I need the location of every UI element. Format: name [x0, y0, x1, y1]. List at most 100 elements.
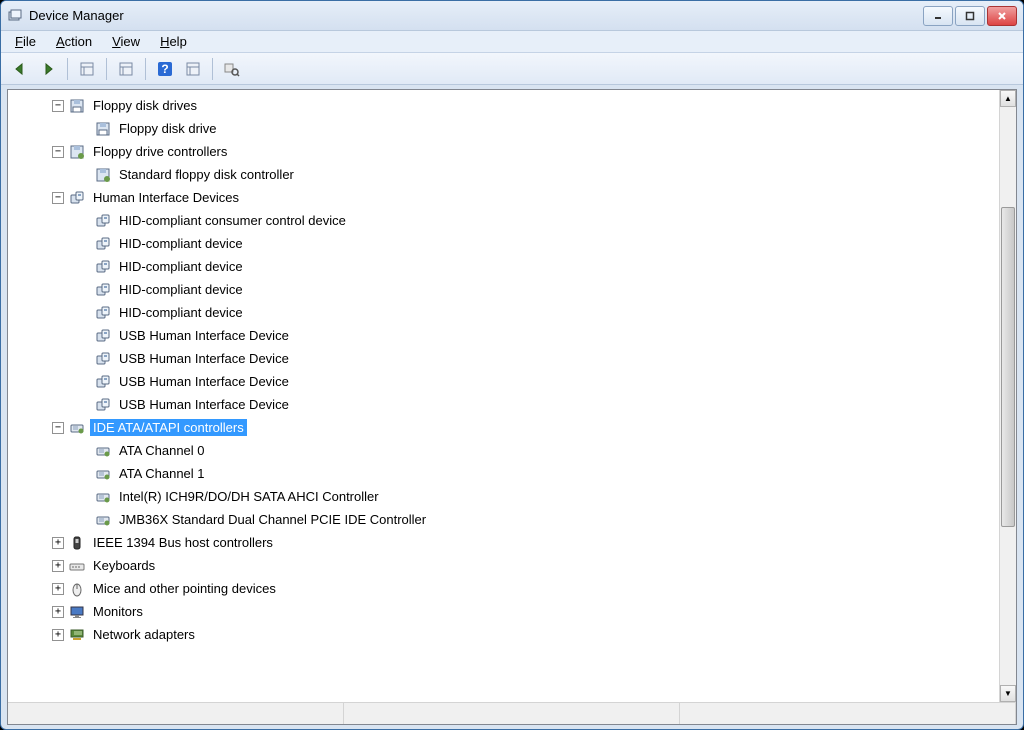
scroll-track[interactable]	[1000, 107, 1016, 685]
collapse-icon[interactable]: −	[52, 192, 64, 204]
tree-node-label[interactable]: Monitors	[90, 603, 146, 620]
tree-node-label[interactable]: USB Human Interface Device	[116, 373, 292, 390]
tree-device-row[interactable]: HID-compliant consumer control device	[8, 209, 999, 232]
tree-node-label[interactable]: Keyboards	[90, 557, 158, 574]
ata-icon	[94, 488, 112, 506]
svg-text:?: ?	[161, 62, 168, 76]
expand-icon[interactable]: +	[52, 629, 64, 641]
collapse-icon[interactable]: −	[52, 422, 64, 434]
tree-category-row[interactable]: + Mice and other pointing devices	[8, 577, 999, 600]
back-icon[interactable]	[7, 56, 33, 82]
ata-icon	[94, 465, 112, 483]
tree-node-label[interactable]: Network adapters	[90, 626, 198, 643]
tree-category-row[interactable]: + IEEE 1394 Bus host controllers	[8, 531, 999, 554]
tree-node-label[interactable]: Floppy disk drive	[116, 120, 220, 137]
minimize-button[interactable]	[923, 6, 953, 26]
tree-node-label[interactable]: ATA Channel 0	[116, 442, 208, 459]
tree-category-row[interactable]: − Floppy disk drives	[8, 94, 999, 117]
tree-node-label[interactable]: Mice and other pointing devices	[90, 580, 279, 597]
properties-icon[interactable]	[113, 56, 139, 82]
tree-device-row[interactable]: ATA Channel 1	[8, 462, 999, 485]
ide-category-icon	[68, 419, 86, 437]
tree-node-label[interactable]: ATA Channel 1	[116, 465, 208, 482]
tree-node-label[interactable]: HID-compliant consumer control device	[116, 212, 349, 229]
ata-icon	[94, 511, 112, 529]
collapse-icon[interactable]: −	[52, 100, 64, 112]
detail-icon[interactable]	[219, 56, 245, 82]
tree-node-label[interactable]: HID-compliant device	[116, 258, 246, 275]
menu-file[interactable]: File	[7, 32, 44, 51]
maximize-button[interactable]	[955, 6, 985, 26]
network-icon	[68, 626, 86, 644]
expand-icon[interactable]: +	[52, 537, 64, 549]
expand-icon[interactable]: +	[52, 583, 64, 595]
tree-node-label[interactable]: Human Interface Devices	[90, 189, 242, 206]
keyboard-icon	[68, 557, 86, 575]
tree-node-label[interactable]: Intel(R) ICH9R/DO/DH SATA AHCI Controlle…	[116, 488, 382, 505]
hid-icon	[94, 373, 112, 391]
tree-category-row[interactable]: − Human Interface Devices	[8, 186, 999, 209]
tree-node-label[interactable]: JMB36X Standard Dual Channel PCIE IDE Co…	[116, 511, 429, 528]
device-manager-window: Device Manager File Action View Help ? −…	[0, 0, 1024, 730]
hid-icon	[94, 212, 112, 230]
tree-category-row[interactable]: + Network adapters	[8, 623, 999, 646]
tree-device-row[interactable]: HID-compliant device	[8, 301, 999, 324]
tree-node-label[interactable]: HID-compliant device	[116, 281, 246, 298]
tree-device-row[interactable]: USB Human Interface Device	[8, 324, 999, 347]
tree-node-label[interactable]: Floppy drive controllers	[90, 143, 230, 160]
scroll-up-button[interactable]: ▲	[1000, 90, 1016, 107]
hid-icon	[94, 327, 112, 345]
monitor-icon	[68, 603, 86, 621]
vertical-scrollbar[interactable]: ▲ ▼	[999, 90, 1016, 702]
toolbar-separator	[212, 58, 213, 80]
hid-icon	[94, 281, 112, 299]
tree-device-row[interactable]: HID-compliant device	[8, 232, 999, 255]
menu-view[interactable]: View	[104, 32, 148, 51]
collapse-icon[interactable]: −	[52, 146, 64, 158]
help-icon[interactable]: ?	[152, 56, 178, 82]
device-tree[interactable]: − Floppy disk drives Floppy disk drive − Flo…	[8, 90, 999, 702]
tree-device-row[interactable]: USB Human Interface Device	[8, 393, 999, 416]
tree-node-label[interactable]: HID-compliant device	[116, 304, 246, 321]
menu-action[interactable]: Action	[48, 32, 100, 51]
status-cell-1	[8, 703, 344, 724]
tree-device-row[interactable]: JMB36X Standard Dual Channel PCIE IDE Co…	[8, 508, 999, 531]
tree-device-row[interactable]: Floppy disk drive	[8, 117, 999, 140]
tree-node-label[interactable]: Floppy disk drives	[90, 97, 200, 114]
expand-icon[interactable]: +	[52, 606, 64, 618]
forward-icon[interactable]	[35, 56, 61, 82]
tree-node-label[interactable]: USB Human Interface Device	[116, 327, 292, 344]
tree-device-row[interactable]: HID-compliant device	[8, 278, 999, 301]
tree-category-row[interactable]: + Monitors	[8, 600, 999, 623]
tree-category-row[interactable]: − IDE ATA/ATAPI controllers	[8, 416, 999, 439]
tree-category-row[interactable]: − Floppy drive controllers	[8, 140, 999, 163]
tree-device-row[interactable]: USB Human Interface Device	[8, 370, 999, 393]
show-hide-console-tree-icon[interactable]	[74, 56, 100, 82]
tree-container: − Floppy disk drives Floppy disk drive − Flo…	[8, 90, 1016, 702]
tree-node-label[interactable]: IEEE 1394 Bus host controllers	[90, 534, 276, 551]
menu-help[interactable]: Help	[152, 32, 195, 51]
tree-device-row[interactable]: ATA Channel 0	[8, 439, 999, 462]
tree-node-label[interactable]: USB Human Interface Device	[116, 396, 292, 413]
tree-node-label[interactable]: IDE ATA/ATAPI controllers	[90, 419, 247, 436]
tree-device-row[interactable]: Standard floppy disk controller	[8, 163, 999, 186]
scan-hardware-icon[interactable]	[180, 56, 206, 82]
tree-node-label[interactable]: HID-compliant device	[116, 235, 246, 252]
titlebar[interactable]: Device Manager	[1, 1, 1023, 31]
hid-icon	[94, 396, 112, 414]
app-icon	[7, 8, 23, 24]
close-button[interactable]	[987, 6, 1017, 26]
tree-device-row[interactable]: HID-compliant device	[8, 255, 999, 278]
expand-icon[interactable]: +	[52, 560, 64, 572]
tree-device-row[interactable]: Intel(R) ICH9R/DO/DH SATA AHCI Controlle…	[8, 485, 999, 508]
toolbar-separator	[145, 58, 146, 80]
tree-node-label[interactable]: USB Human Interface Device	[116, 350, 292, 367]
tree-node-label[interactable]: Standard floppy disk controller	[116, 166, 297, 183]
status-cell-3	[680, 703, 1016, 724]
tree-device-row[interactable]: USB Human Interface Device	[8, 347, 999, 370]
scroll-thumb[interactable]	[1001, 207, 1015, 527]
hid-category-icon	[68, 189, 86, 207]
tree-category-row[interactable]: + Keyboards	[8, 554, 999, 577]
toolbar-separator	[67, 58, 68, 80]
scroll-down-button[interactable]: ▼	[1000, 685, 1016, 702]
